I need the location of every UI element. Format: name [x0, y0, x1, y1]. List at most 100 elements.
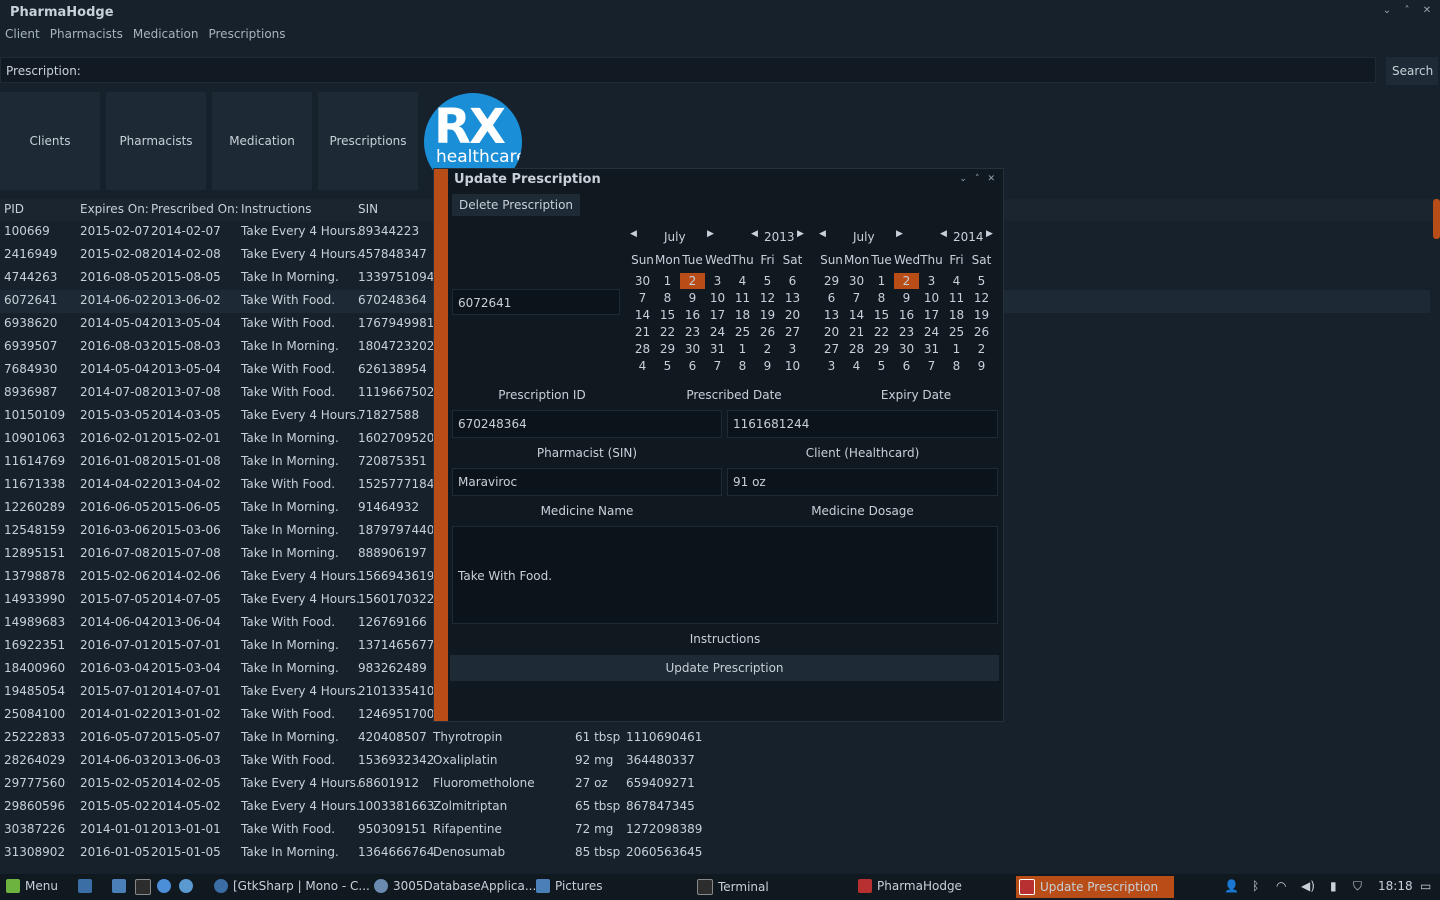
calendar-day[interactable]: 8: [655, 290, 680, 306]
calendar-day[interactable]: 29: [819, 273, 844, 289]
launcher-desktop[interactable]: [78, 879, 92, 893]
medicine-name-field[interactable]: Maraviroc: [452, 468, 722, 496]
calendar-day[interactable]: 22: [869, 324, 894, 340]
calendar-day[interactable]: 4: [630, 358, 655, 374]
minimize-icon[interactable]: ⌄: [1382, 5, 1392, 16]
prev-month-icon[interactable]: ◀: [630, 229, 637, 239]
calendar-day[interactable]: 21: [630, 324, 655, 340]
calendar-day[interactable]: 14: [844, 307, 869, 323]
calendar-day[interactable]: 23: [894, 324, 919, 340]
calendar-day[interactable]: 10: [705, 290, 730, 306]
calendar-day[interactable]: 26: [755, 324, 780, 340]
calendar-day[interactable]: 12: [755, 290, 780, 306]
calendar-day[interactable]: 29: [869, 341, 894, 357]
notifications-icon[interactable]: ▭: [1420, 879, 1431, 893]
col-sin[interactable]: SIN: [358, 202, 378, 216]
calendar-day[interactable]: 2: [755, 341, 780, 357]
calendar-day[interactable]: 2: [894, 273, 919, 289]
calendar-day[interactable]: 1: [655, 273, 680, 289]
calendar-day[interactable]: 1: [730, 341, 755, 357]
col-expires[interactable]: Expires On:: [80, 202, 149, 216]
col-prescribed[interactable]: Prescribed On:: [151, 202, 239, 216]
calendar-day[interactable]: 4: [844, 358, 869, 374]
calendar-day[interactable]: 7: [630, 290, 655, 306]
taskbar-item-gtksharp[interactable]: [GtkSharp | Mono - C...: [214, 879, 370, 893]
calendar-day[interactable]: 30: [680, 341, 705, 357]
calendar-day[interactable]: 16: [894, 307, 919, 323]
calendar-day[interactable]: 29: [655, 341, 680, 357]
calendar-day[interactable]: 3: [919, 273, 944, 289]
calendar-day[interactable]: 19: [969, 307, 994, 323]
calendar-day[interactable]: 18: [944, 307, 969, 323]
calendar-day[interactable]: 25: [944, 324, 969, 340]
table-row[interactable]: 25222833 2016-05-07 2015-05-07 Take In Morn…: [0, 727, 1430, 750]
calendar-day[interactable]: 3: [780, 341, 805, 357]
taskbar-item-pharmahodge[interactable]: PharmaHodge: [858, 879, 962, 893]
calendar-day[interactable]: 30: [844, 273, 869, 289]
calendar-day[interactable]: 18: [730, 307, 755, 323]
calendar-day[interactable]: 8: [730, 358, 755, 374]
taskbar-item-terminal[interactable]: Terminal: [697, 879, 769, 895]
next-month-icon[interactable]: ▶: [707, 229, 714, 239]
maximize-icon[interactable]: ˄: [1402, 5, 1412, 16]
calendar-day[interactable]: 1: [869, 273, 894, 289]
calendar-day[interactable]: 6: [680, 358, 705, 374]
start-menu-button[interactable]: Menu: [6, 879, 58, 893]
calendar-day[interactable]: 3: [705, 273, 730, 289]
calendar-day[interactable]: 20: [819, 324, 844, 340]
calendar-day[interactable]: 6: [819, 290, 844, 306]
prev-year-icon[interactable]: ◀: [751, 229, 758, 239]
user-icon[interactable]: 👤: [1224, 879, 1239, 893]
calendar-day[interactable]: 6: [894, 358, 919, 374]
calendar-day[interactable]: 20: [780, 307, 805, 323]
calendar-day[interactable]: 28: [630, 341, 655, 357]
close-icon[interactable]: ✕: [1422, 5, 1432, 16]
calendar-day[interactable]: 13: [780, 290, 805, 306]
launcher-files[interactable]: [112, 879, 126, 893]
calendar-day[interactable]: 30: [894, 341, 919, 357]
prev-month-icon[interactable]: ◀: [819, 229, 826, 239]
volume-icon[interactable]: ◀): [1301, 879, 1315, 893]
shield-icon[interactable]: ⛉: [1353, 879, 1362, 894]
calendar-day[interactable]: 14: [630, 307, 655, 323]
launcher-app[interactable]: [179, 879, 193, 893]
calendar-day[interactable]: 1: [944, 341, 969, 357]
medication-tile[interactable]: Medication: [212, 92, 312, 190]
calendar-day[interactable]: 17: [705, 307, 730, 323]
calendar-day[interactable]: 5: [755, 273, 780, 289]
medicine-dosage-field[interactable]: 91 oz: [727, 468, 998, 496]
calendar-day[interactable]: 12: [969, 290, 994, 306]
calendar-day[interactable]: 6: [780, 273, 805, 289]
table-scrollbar[interactable]: [1433, 199, 1440, 239]
calendar-day[interactable]: 2: [969, 341, 994, 357]
calendar-day[interactable]: 13: [819, 307, 844, 323]
calendar-day[interactable]: 9: [755, 358, 780, 374]
next-month-icon[interactable]: ▶: [896, 229, 903, 239]
calendar-day[interactable]: 5: [655, 358, 680, 374]
calendar-day[interactable]: 7: [844, 290, 869, 306]
next-year-icon[interactable]: ▶: [797, 229, 804, 239]
calendar-day[interactable]: 8: [944, 358, 969, 374]
next-year-icon[interactable]: ▶: [986, 229, 993, 239]
calendar-day[interactable]: 30: [630, 273, 655, 289]
battery-icon[interactable]: ▮: [1330, 879, 1337, 893]
table-row[interactable]: 31308902 2016-01-05 2015-01-05 Take In Morn…: [0, 842, 1430, 865]
calendar-day[interactable]: 25: [730, 324, 755, 340]
calendar-day[interactable]: 24: [919, 324, 944, 340]
bluetooth-icon[interactable]: ᛒ: [1252, 879, 1259, 893]
launcher-browser[interactable]: [157, 879, 171, 893]
prescription-id-field[interactable]: 6072641: [452, 289, 620, 315]
calendar-day[interactable]: 11: [944, 290, 969, 306]
calendar-day[interactable]: 23: [680, 324, 705, 340]
calendar-day[interactable]: 22: [655, 324, 680, 340]
calendar-day[interactable]: 5: [869, 358, 894, 374]
calendar-day[interactable]: 8: [869, 290, 894, 306]
calendar-day[interactable]: 10: [780, 358, 805, 374]
calendar-day[interactable]: 11: [730, 290, 755, 306]
calendar-day[interactable]: 26: [969, 324, 994, 340]
taskbar-item-update-prescription[interactable]: Update Prescription: [1019, 879, 1158, 895]
dialog-close-icon[interactable]: ✕: [987, 174, 995, 184]
wifi-icon[interactable]: ◠: [1276, 879, 1286, 893]
calendar-day[interactable]: 27: [780, 324, 805, 340]
pharmacists-tile[interactable]: Pharmacists: [106, 92, 206, 190]
